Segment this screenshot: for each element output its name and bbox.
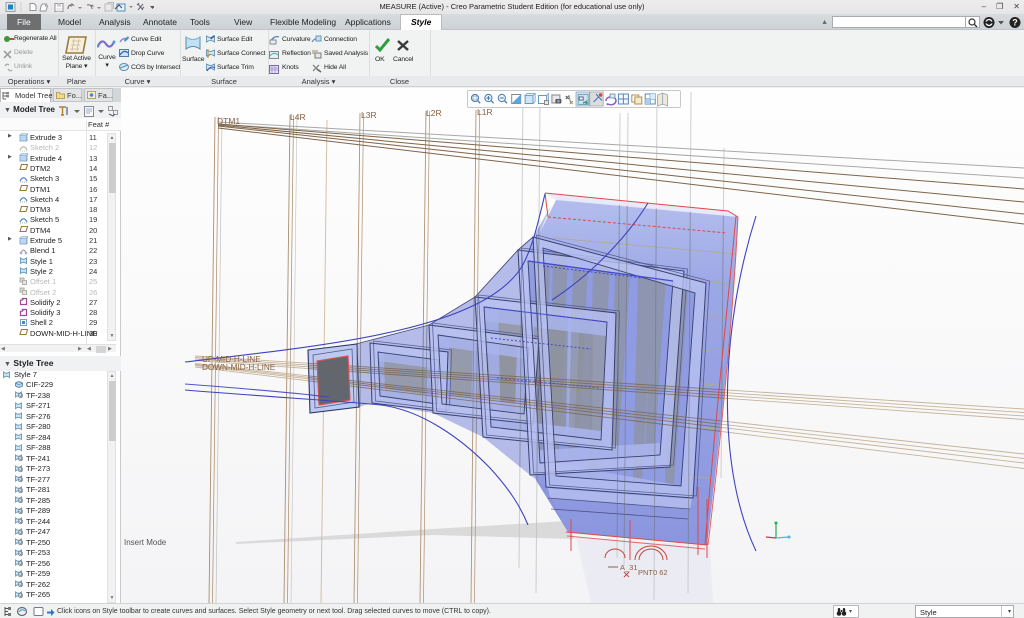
- svg-text:L4R: L4R: [290, 112, 306, 122]
- svg-text:DOWN-MID-H-LINE: DOWN-MID-H-LINE: [202, 363, 276, 372]
- svg-text:L2R: L2R: [426, 108, 442, 118]
- svg-text:PNT0 62: PNT0 62: [638, 568, 668, 577]
- svg-text:A_31: A_31: [620, 563, 638, 572]
- svg-text:?: ?: [1012, 17, 1018, 27]
- svg-text:DTM1: DTM1: [217, 116, 240, 126]
- svg-text:L1R: L1R: [477, 107, 493, 117]
- svg-text:L3R: L3R: [361, 110, 377, 120]
- svg-text:Insert Mode: Insert Mode: [124, 538, 167, 547]
